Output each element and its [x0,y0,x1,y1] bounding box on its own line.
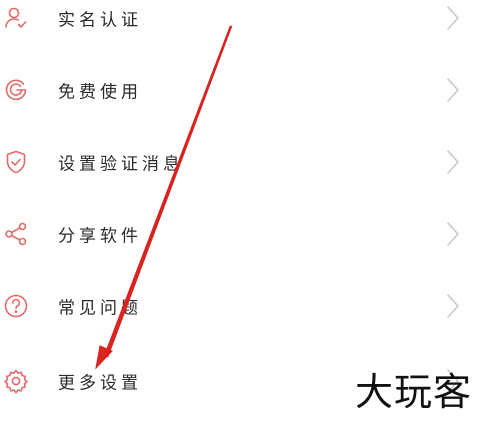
person-check-icon [3,5,29,31]
menu-item-label: 设置验证消息 [58,154,184,175]
chevron-right-icon [446,293,460,319]
menu-item-share-app[interactable]: 分享软件 [0,198,480,270]
gear-icon [3,368,29,394]
chevron-right-icon [446,221,460,247]
menu-item-real-name-verification[interactable]: 实名认证 [0,0,480,54]
g-badge-icon [3,77,29,103]
settings-menu-list: 实名认证 免费使用 设置验证消息 分享软件 常见问题 更多设置 [0,0,480,422]
menu-item-verification-message[interactable]: 设置验证消息 [0,126,480,198]
menu-item-label: 免费使用 [58,82,142,103]
chevron-right-icon [446,149,460,175]
menu-item-label: 常见问题 [58,298,142,319]
share-icon [3,221,29,247]
question-circle-icon [3,293,29,319]
chevron-right-icon [446,77,460,103]
chevron-right-icon [446,5,460,31]
menu-item-label: 更多设置 [58,373,142,394]
watermark-logo: 大玩客 [354,370,472,414]
menu-item-label: 分享软件 [58,226,142,247]
shield-check-icon [3,149,29,175]
menu-item-free-use[interactable]: 免费使用 [0,54,480,126]
menu-item-label: 实名认证 [58,10,142,31]
menu-item-faq[interactable]: 常见问题 [0,270,480,342]
